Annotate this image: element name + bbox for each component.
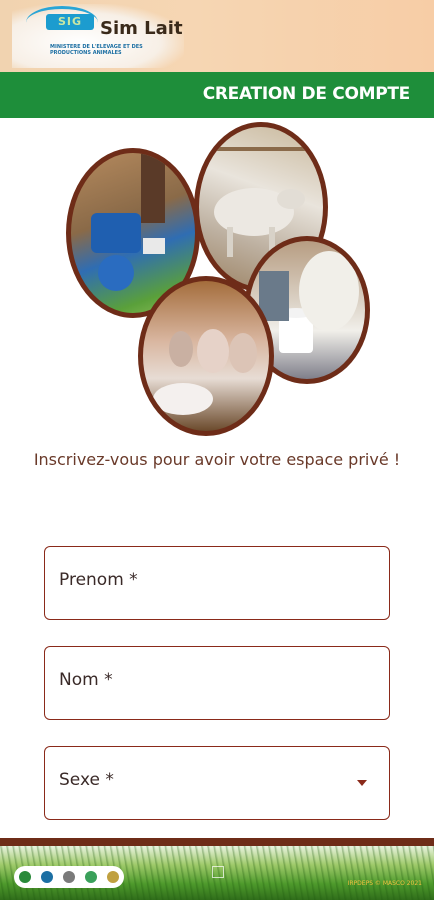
partner-logo-icon bbox=[85, 871, 97, 883]
signup-tagline: Inscrivez-vous pour avoir votre espace p… bbox=[33, 450, 401, 469]
partner-logo-icon bbox=[63, 871, 75, 883]
prenom-label: Prenom * bbox=[59, 570, 138, 590]
app-logo: SIG Sim Lait MINISTERE DE L'ELEVAGE ET D… bbox=[12, 4, 184, 68]
partner-logo-icon bbox=[107, 871, 119, 883]
photo-calves bbox=[138, 276, 274, 436]
logo-subtitle: MINISTERE DE L'ELEVAGE ET DES PRODUCTION… bbox=[50, 44, 143, 56]
sexe-select[interactable]: Sexe * bbox=[44, 746, 390, 820]
logo-title: Sim Lait bbox=[100, 18, 183, 39]
logo-badge: SIG bbox=[46, 14, 94, 30]
nom-label: Nom * bbox=[59, 670, 113, 690]
nom-input[interactable]: Nom * bbox=[44, 646, 390, 720]
caret-down-icon[interactable] bbox=[357, 780, 367, 786]
partner-logos bbox=[14, 866, 124, 888]
footer-divider bbox=[0, 838, 434, 846]
page-title: CREATION DE COMPTE bbox=[202, 84, 411, 104]
footer-copyright: IRPDEPS © MASCO 2021 bbox=[347, 880, 422, 887]
prenom-input[interactable]: Prenom * bbox=[44, 546, 390, 620]
sexe-label: Sexe * bbox=[59, 770, 114, 790]
calves-illustration bbox=[153, 329, 257, 415]
partner-logo-icon bbox=[19, 871, 31, 883]
partner-logo-icon bbox=[41, 871, 53, 883]
home-indicator-icon bbox=[212, 866, 224, 878]
page-title-bar: CREATION DE COMPTE bbox=[0, 72, 434, 118]
app-header: SIG Sim Lait MINISTERE DE L'ELEVAGE ET D… bbox=[0, 0, 434, 72]
